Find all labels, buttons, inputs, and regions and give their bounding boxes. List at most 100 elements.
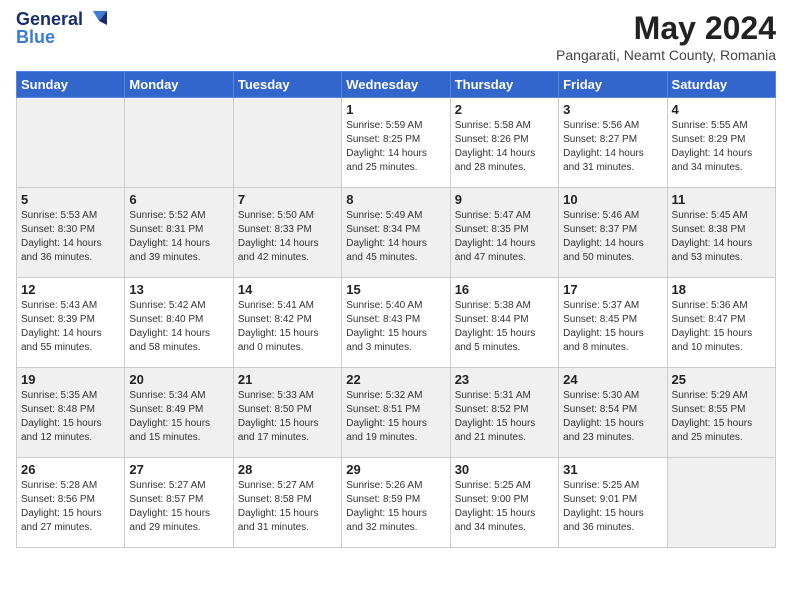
calendar-cell-30: 30Sunrise: 5:25 AM Sunset: 9:00 PM Dayli… xyxy=(450,458,558,548)
cell-info: Sunrise: 5:49 AM Sunset: 8:34 PM Dayligh… xyxy=(346,209,445,265)
date-number: 14 xyxy=(238,282,337,297)
date-number: 18 xyxy=(672,282,771,297)
calendar-cell-21: 21 Sunrise: 5:33 AM Sunset: 8:50 PM Dayli… xyxy=(233,368,341,458)
day-header-friday: Friday xyxy=(559,72,667,98)
date-number: 17 xyxy=(563,282,662,297)
calendar-cell-8: 8 Sunrise: 5:49 AM Sunset: 8:34 PM Daylig… xyxy=(342,188,450,278)
cell-info: Sunrise: 5:37 AM Sunset: 8:45 PM Dayligh… xyxy=(563,299,662,355)
date-number: 22 xyxy=(346,372,445,387)
date-number: 6 xyxy=(129,192,228,207)
cell-info: Sunrise: 5:28 AM Sunset: 8:56 PM Dayligh… xyxy=(21,479,120,535)
logo-icon xyxy=(85,7,107,29)
calendar-cell-23: 23 Sunrise: 5:31 AM Sunset: 8:52 PM Dayli… xyxy=(450,368,558,458)
calendar-cell-1: 1 Sunrise: 5:59 AM Sunset: 8:25 PM Daylig… xyxy=(342,98,450,188)
date-number: 4 xyxy=(672,102,771,117)
date-number: 8 xyxy=(346,192,445,207)
calendar-cell-29: 29 Sunrise: 5:26 AM Sunset: 8:59 PM Dayli… xyxy=(342,458,450,548)
calendar-cell-31: 31Sunrise: 5:25 AM Sunset: 9:01 PM Dayli… xyxy=(559,458,667,548)
subtitle: Pangarati, Neamt County, Romania xyxy=(556,47,776,63)
cell-info: Sunrise: 5:27 AM Sunset: 8:58 PM Dayligh… xyxy=(238,479,337,535)
date-number: 28 xyxy=(238,462,337,477)
date-number: 2 xyxy=(455,102,554,117)
date-number: 25 xyxy=(672,372,771,387)
calendar-cell-7: 7Sunrise: 5:50 AM Sunset: 8:33 PM Daylig… xyxy=(233,188,341,278)
date-number: 3 xyxy=(563,102,662,117)
cell-info: Sunrise: 5:58 AM Sunset: 8:26 PM Dayligh… xyxy=(455,119,554,175)
date-number: 23 xyxy=(455,372,554,387)
calendar-cell-empty xyxy=(125,98,233,188)
calendar-cell-13: 13 Sunrise: 5:42 AM Sunset: 8:40 PM Dayli… xyxy=(125,278,233,368)
calendar-row-2: 12 Sunrise: 5:43 AM Sunset: 8:39 PM Dayli… xyxy=(17,278,776,368)
cell-info: Sunrise: 5:26 AM Sunset: 8:59 PM Dayligh… xyxy=(346,479,445,535)
cell-info: Sunrise: 5:30 AM Sunset: 8:54 PM Dayligh… xyxy=(563,389,662,445)
date-number: 31 xyxy=(563,462,662,477)
cell-info: Sunrise: 5:46 AM Sunset: 8:37 PM Dayligh… xyxy=(563,209,662,265)
day-header-sunday: Sunday xyxy=(17,72,125,98)
calendar-cell-10: 10 Sunrise: 5:46 AM Sunset: 8:37 PM Dayli… xyxy=(559,188,667,278)
page: General Blue May 2024 Pangarati, Neamt C… xyxy=(0,0,792,612)
calendar-cell-15: 15Sunrise: 5:40 AM Sunset: 8:43 PM Dayli… xyxy=(342,278,450,368)
calendar-cell-3: 3Sunrise: 5:56 AM Sunset: 8:27 PM Daylig… xyxy=(559,98,667,188)
date-number: 20 xyxy=(129,372,228,387)
cell-info: Sunrise: 5:47 AM Sunset: 8:35 PM Dayligh… xyxy=(455,209,554,265)
calendar-cell-empty xyxy=(17,98,125,188)
date-number: 21 xyxy=(238,372,337,387)
date-number: 26 xyxy=(21,462,120,477)
cell-info: Sunrise: 5:40 AM Sunset: 8:43 PM Dayligh… xyxy=(346,299,445,355)
calendar-row-1: 5Sunrise: 5:53 AM Sunset: 8:30 PM Daylig… xyxy=(17,188,776,278)
logo-text-blue: Blue xyxy=(16,28,55,48)
cell-info: Sunrise: 5:35 AM Sunset: 8:48 PM Dayligh… xyxy=(21,389,120,445)
header-row: SundayMondayTuesdayWednesdayThursdayFrid… xyxy=(17,72,776,98)
date-number: 11 xyxy=(672,192,771,207)
cell-info: Sunrise: 5:33 AM Sunset: 8:50 PM Dayligh… xyxy=(238,389,337,445)
calendar-cell-9: 9 Sunrise: 5:47 AM Sunset: 8:35 PM Daylig… xyxy=(450,188,558,278)
date-number: 12 xyxy=(21,282,120,297)
cell-info: Sunrise: 5:52 AM Sunset: 8:31 PM Dayligh… xyxy=(129,209,228,265)
cell-info: Sunrise: 5:45 AM Sunset: 8:38 PM Dayligh… xyxy=(672,209,771,265)
calendar-cell-14: 14 Sunrise: 5:41 AM Sunset: 8:42 PM Dayli… xyxy=(233,278,341,368)
cell-info: Sunrise: 5:42 AM Sunset: 8:40 PM Dayligh… xyxy=(129,299,228,355)
calendar-cell-20: 20 Sunrise: 5:34 AM Sunset: 8:49 PM Dayli… xyxy=(125,368,233,458)
day-header-thursday: Thursday xyxy=(450,72,558,98)
date-number: 9 xyxy=(455,192,554,207)
day-header-saturday: Saturday xyxy=(667,72,775,98)
cell-info: Sunrise: 5:31 AM Sunset: 8:52 PM Dayligh… xyxy=(455,389,554,445)
calendar-cell-27: 27Sunrise: 5:27 AM Sunset: 8:57 PM Dayli… xyxy=(125,458,233,548)
calendar-cell-6: 6 Sunrise: 5:52 AM Sunset: 8:31 PM Daylig… xyxy=(125,188,233,278)
cell-info: Sunrise: 5:27 AM Sunset: 8:57 PM Dayligh… xyxy=(129,479,228,535)
date-number: 7 xyxy=(238,192,337,207)
calendar-cell-5: 5Sunrise: 5:53 AM Sunset: 8:30 PM Daylig… xyxy=(17,188,125,278)
date-number: 10 xyxy=(563,192,662,207)
date-number: 13 xyxy=(129,282,228,297)
calendar-cell-empty xyxy=(667,458,775,548)
cell-info: Sunrise: 5:43 AM Sunset: 8:39 PM Dayligh… xyxy=(21,299,120,355)
day-header-tuesday: Tuesday xyxy=(233,72,341,98)
calendar-cell-empty xyxy=(233,98,341,188)
calendar-cell-16: 16Sunrise: 5:38 AM Sunset: 8:44 PM Dayli… xyxy=(450,278,558,368)
calendar-cell-24: 24 Sunrise: 5:30 AM Sunset: 8:54 PM Dayli… xyxy=(559,368,667,458)
calendar-cell-12: 12 Sunrise: 5:43 AM Sunset: 8:39 PM Dayli… xyxy=(17,278,125,368)
date-number: 5 xyxy=(21,192,120,207)
calendar-row-3: 19Sunrise: 5:35 AM Sunset: 8:48 PM Dayli… xyxy=(17,368,776,458)
logo: General Blue xyxy=(16,10,107,48)
cell-info: Sunrise: 5:38 AM Sunset: 8:44 PM Dayligh… xyxy=(455,299,554,355)
cell-info: Sunrise: 5:34 AM Sunset: 8:49 PM Dayligh… xyxy=(129,389,228,445)
date-number: 30 xyxy=(455,462,554,477)
calendar-cell-2: 2 Sunrise: 5:58 AM Sunset: 8:26 PM Daylig… xyxy=(450,98,558,188)
cell-info: Sunrise: 5:59 AM Sunset: 8:25 PM Dayligh… xyxy=(346,119,445,175)
day-header-monday: Monday xyxy=(125,72,233,98)
main-title: May 2024 xyxy=(556,10,776,47)
calendar-cell-19: 19Sunrise: 5:35 AM Sunset: 8:48 PM Dayli… xyxy=(17,368,125,458)
cell-info: Sunrise: 5:41 AM Sunset: 8:42 PM Dayligh… xyxy=(238,299,337,355)
day-header-wednesday: Wednesday xyxy=(342,72,450,98)
calendar-cell-4: 4Sunrise: 5:55 AM Sunset: 8:29 PM Daylig… xyxy=(667,98,775,188)
calendar-cell-11: 11 Sunrise: 5:45 AM Sunset: 8:38 PM Dayli… xyxy=(667,188,775,278)
calendar-cell-17: 17 Sunrise: 5:37 AM Sunset: 8:45 PM Dayli… xyxy=(559,278,667,368)
date-number: 1 xyxy=(346,102,445,117)
calendar-cell-26: 26 Sunrise: 5:28 AM Sunset: 8:56 PM Dayli… xyxy=(17,458,125,548)
date-number: 24 xyxy=(563,372,662,387)
cell-info: Sunrise: 5:29 AM Sunset: 8:55 PM Dayligh… xyxy=(672,389,771,445)
header: General Blue May 2024 Pangarati, Neamt C… xyxy=(16,10,776,63)
date-number: 29 xyxy=(346,462,445,477)
calendar-cell-18: 18Sunrise: 5:36 AM Sunset: 8:47 PM Dayli… xyxy=(667,278,775,368)
